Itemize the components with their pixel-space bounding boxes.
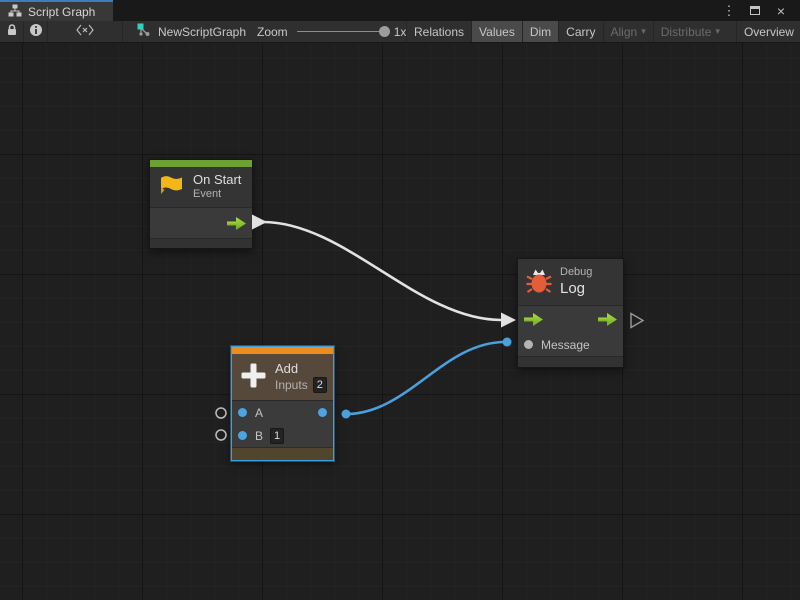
flag-icon	[158, 173, 185, 202]
toggle-carry[interactable]: Carry	[558, 21, 602, 42]
tab-title: Script Graph	[28, 5, 95, 19]
value-input-a-port[interactable]	[238, 408, 247, 417]
node-add[interactable]: Add Inputs 2 A B 1	[231, 346, 334, 461]
dropdown-align[interactable]: Align▾	[603, 21, 653, 42]
node-color-bar-orange	[232, 347, 333, 354]
node-surtitle: Debug	[560, 266, 592, 280]
port-b-label: B	[255, 429, 263, 443]
node-title: Add	[275, 361, 327, 378]
toggle-dim[interactable]: Dim	[522, 21, 558, 42]
inputs-label: Inputs	[275, 378, 308, 394]
zoom-value: 1x	[394, 25, 407, 39]
graph-asset-name: NewScriptGraph	[158, 25, 246, 39]
hierarchy-icon	[8, 4, 22, 20]
zoom-slider-knob[interactable]	[379, 26, 390, 37]
port-b-value-field[interactable]: 1	[270, 428, 284, 444]
window-menu-icon[interactable]: ⋮	[718, 0, 740, 21]
script-graph-window: Script Graph ⋮ ×	[0, 0, 800, 600]
toolbar-toggle-group: Relations Values Dim Carry Align▾ Distri…	[406, 21, 800, 42]
port-row-a: A	[232, 401, 333, 424]
value-input-b-port[interactable]	[238, 431, 247, 440]
flow-arrow-icon	[227, 217, 246, 230]
value-output-sum-port[interactable]	[318, 408, 327, 417]
node-title: On Start	[193, 172, 241, 188]
lock-button[interactable]	[0, 21, 24, 42]
dropdown-distribute[interactable]: Distribute▾	[653, 21, 727, 42]
port-a-label: A	[255, 406, 263, 420]
code-view-button[interactable]	[48, 21, 123, 42]
info-button[interactable]	[24, 21, 48, 42]
graph-toolbar: NewScriptGraph Zoom 1x Relations Values …	[0, 21, 800, 43]
node-debug-log[interactable]: Debug Log Message	[517, 258, 624, 368]
graph-canvas[interactable]	[0, 43, 800, 600]
graph-asset-button[interactable]: NewScriptGraph	[123, 21, 258, 42]
node-title: Log	[560, 280, 592, 299]
graph-asset-icon	[137, 23, 151, 40]
value-input-message[interactable]: Message	[518, 333, 623, 356]
code-angle-x-icon	[76, 24, 94, 39]
node-footer	[150, 238, 252, 248]
node-footer	[232, 447, 333, 460]
lock-icon	[5, 23, 19, 40]
button-overview[interactable]: Overview	[736, 21, 800, 42]
node-color-bar-green	[150, 160, 252, 167]
node-footer	[518, 356, 623, 367]
port-row-b: B 1	[232, 424, 333, 447]
bug-icon	[526, 267, 552, 298]
toggle-relations[interactable]: Relations	[406, 21, 471, 42]
node-subtitle: Event	[193, 188, 241, 202]
window-maximize-icon[interactable]	[744, 0, 766, 21]
flow-input-port[interactable]	[524, 313, 543, 326]
toggle-values[interactable]: Values	[471, 21, 522, 42]
tab-script-graph[interactable]: Script Graph	[0, 0, 113, 21]
inputs-count-field[interactable]: 2	[313, 377, 327, 393]
message-port-icon	[524, 340, 533, 349]
flow-output-port[interactable]	[150, 208, 252, 238]
flow-output-port[interactable]	[598, 313, 617, 326]
window-close-icon[interactable]: ×	[770, 0, 792, 21]
zoom-label: Zoom	[257, 25, 288, 39]
port-label: Message	[541, 338, 590, 352]
zoom-slider[interactable]	[297, 31, 385, 32]
tab-bar: Script Graph ⋮ ×	[0, 0, 800, 21]
plus-icon	[240, 362, 267, 392]
node-on-start-event[interactable]: On Start Event	[149, 159, 253, 249]
info-icon	[29, 23, 43, 40]
